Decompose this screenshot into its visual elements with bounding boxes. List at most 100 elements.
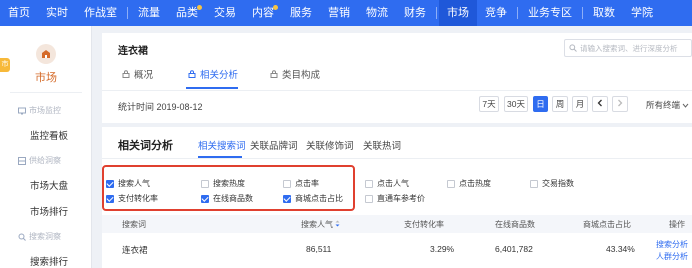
new-dot-icon <box>197 5 202 10</box>
nav-item-academy[interactable]: 学院 <box>623 0 661 26</box>
nav-item-service[interactable]: 服务 <box>282 0 320 26</box>
date-button-30d[interactable]: 30天 <box>504 96 528 112</box>
nav-item-transaction[interactable]: 交易 <box>206 0 244 26</box>
cell-keyword[interactable]: 连衣裙 <box>122 244 148 256</box>
metric-label: 点击热度 <box>459 179 491 188</box>
column-header-pay-conversion[interactable]: 支付转化率 <box>404 219 444 230</box>
metric-checkbox-ztc-price[interactable]: 直通车参考价 <box>365 193 425 204</box>
nav-separator <box>127 7 128 19</box>
chevron-right-icon <box>618 99 623 107</box>
metric-checkbox-ctr[interactable]: 点击率 <box>283 178 319 189</box>
sidebar-group-search-insight: 搜索洞察 <box>18 231 61 242</box>
tab-hot-words[interactable]: 关联热词 <box>363 138 401 152</box>
top-nav: 首页 实时 作战室 流量 品类 交易 内容 服务 营销 物流 财务 市场 竞争 … <box>0 0 692 26</box>
nav-item-competition[interactable]: 竞争 <box>477 0 515 26</box>
market-icon <box>36 44 56 64</box>
sidebar-item-market-overview[interactable]: 市场大盘 <box>30 178 68 192</box>
nav-item-label: 品类 <box>176 7 198 19</box>
metric-checkbox-mall-click-ratio[interactable]: 商城点击占比 <box>283 193 343 204</box>
nav-item-content[interactable]: 内容 <box>244 0 282 26</box>
sidebar-group-market-monitor: 市场监控 <box>18 105 61 116</box>
terminal-select-value: 所有终端 <box>646 100 681 110</box>
monitor-icon <box>18 107 26 114</box>
nav-item-marketing[interactable]: 营销 <box>320 0 358 26</box>
checkbox-checked <box>201 194 209 203</box>
metric-label: 搜索人气 <box>118 179 150 188</box>
search-placeholder: 请输入搜索词、进行深度分析 <box>580 43 678 53</box>
metric-checkbox-trade-index[interactable]: 交易指数 <box>530 178 574 189</box>
column-header-label: 搜索人气 <box>301 220 333 229</box>
sidebar-item-monitor-board[interactable]: 监控看板 <box>30 128 68 142</box>
related-words-card: 相关词分析 相关搜索词 关联品牌词 关联修饰词 关联热词 搜索人气 搜索热度 点… <box>102 127 692 268</box>
tab-label: 相关分析 <box>200 70 239 81</box>
chevron-left-icon <box>597 99 602 107</box>
sidebar-item-market-rank[interactable]: 市场排行 <box>30 204 68 218</box>
checkbox-unchecked <box>365 179 373 188</box>
column-header-keyword: 搜索词 <box>122 220 146 229</box>
cell-mall-click-ratio: 43.34% <box>606 244 635 254</box>
tab-overview[interactable]: 概况 <box>122 67 153 81</box>
nav-item-market[interactable]: 市场 <box>439 0 477 26</box>
column-header-online-products[interactable]: 在线商品数 <box>495 219 535 230</box>
tab-category-composition[interactable]: 类目构成 <box>270 67 320 81</box>
metric-label: 在线商品数 <box>213 194 253 203</box>
nav-item-realtime[interactable]: 实时 <box>38 0 76 26</box>
metric-label: 直通车参考价 <box>377 194 425 203</box>
search-input[interactable]: 请输入搜索词、进行深度分析 <box>564 39 692 57</box>
search-insight-icon <box>18 233 26 241</box>
crowd-analysis-link[interactable]: 人群分析 <box>656 251 688 262</box>
sidebar-item-search-rank[interactable]: 搜索排行 <box>30 254 68 268</box>
nav-item-home[interactable]: 首页 <box>0 0 38 26</box>
date-button-7d[interactable]: 7天 <box>479 96 499 112</box>
nav-separator <box>436 7 437 19</box>
date-button-day[interactable]: 日 <box>533 96 548 112</box>
date-button-week[interactable]: 周 <box>552 96 568 112</box>
nav-item-data-fetch[interactable]: 取数 <box>585 0 623 26</box>
tab-label: 概况 <box>134 70 154 81</box>
metric-checkbox-online-products[interactable]: 在线商品数 <box>201 193 253 204</box>
metric-label: 搜索热度 <box>213 179 245 188</box>
metric-label: 商城点击占比 <box>295 194 343 203</box>
checkbox-checked <box>106 179 114 188</box>
metric-checkbox-click-popularity[interactable]: 点击人气 <box>365 178 409 189</box>
tab-modifier-words[interactable]: 关联修饰词 <box>306 138 354 152</box>
active-tab-indicator <box>186 87 238 89</box>
metric-checkbox-search-heat[interactable]: 搜索热度 <box>201 178 245 189</box>
next-date-button[interactable] <box>612 96 628 112</box>
divider <box>102 158 692 159</box>
lock-icon <box>188 70 196 78</box>
column-header-mall-click-ratio[interactable]: 商城点击占比 <box>583 219 631 230</box>
tab-related-analysis[interactable]: 相关分析 <box>188 67 238 81</box>
date-button-month[interactable]: 月 <box>572 96 588 112</box>
metric-checkbox-click-heat[interactable]: 点击热度 <box>447 178 491 189</box>
lock-icon <box>270 70 278 78</box>
tab-brand-words[interactable]: 关联品牌词 <box>250 138 298 152</box>
nav-item-label: 内容 <box>252 7 274 19</box>
sidebar-group-supply-insight: 供给洞察 <box>18 155 61 166</box>
search-analysis-link[interactable]: 搜索分析 <box>656 239 688 250</box>
search-icon <box>569 44 577 52</box>
nav-item-war-room[interactable]: 作战室 <box>76 0 125 26</box>
terminal-select[interactable]: 所有终端 <box>646 99 689 111</box>
prev-date-button[interactable] <box>592 96 608 112</box>
section-title: 相关词分析 <box>118 140 173 152</box>
nav-item-traffic[interactable]: 流量 <box>130 0 168 26</box>
sidebar-group-label: 搜索洞察 <box>29 232 61 241</box>
cell-online-products: 6,401,782 <box>495 244 533 254</box>
new-dot-icon <box>273 5 278 10</box>
divider <box>102 90 692 91</box>
nav-item-logistics[interactable]: 物流 <box>358 0 396 26</box>
tab-related-search-words[interactable]: 相关搜索词 <box>198 138 246 152</box>
sidebar-group-label: 市场监控 <box>29 106 61 115</box>
nav-item-category[interactable]: 品类 <box>168 0 206 26</box>
nav-item-business-zone[interactable]: 业务专区 <box>520 0 580 26</box>
metric-label: 点击人气 <box>377 179 409 188</box>
metric-checkbox-search-popularity[interactable]: 搜索人气 <box>106 178 150 189</box>
metric-label: 点击率 <box>295 179 319 188</box>
checkbox-unchecked <box>365 194 373 203</box>
nav-item-finance[interactable]: 财务 <box>396 0 434 26</box>
sort-icon <box>335 220 340 227</box>
column-header-search-popularity[interactable]: 搜索人气 <box>301 219 340 230</box>
metric-checkbox-pay-conversion[interactable]: 支付转化率 <box>106 193 158 204</box>
chevron-down-icon <box>682 103 689 108</box>
